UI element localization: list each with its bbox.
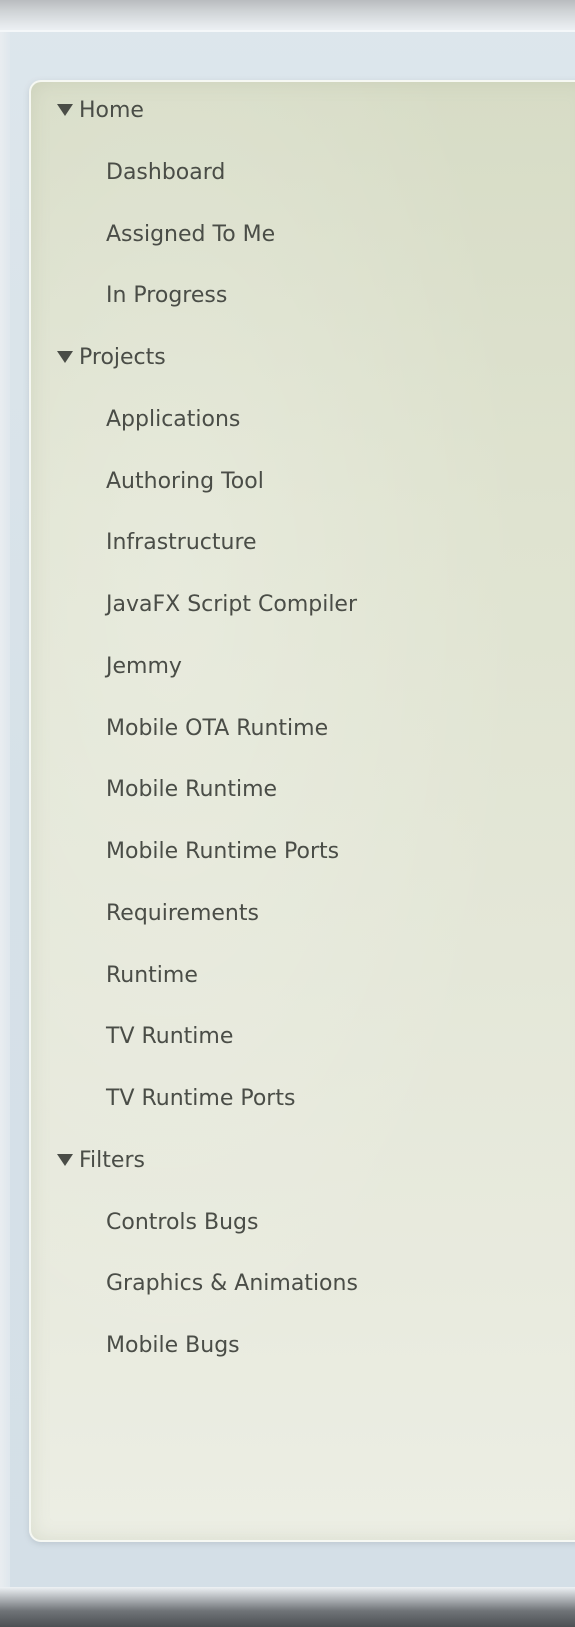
tree-item-dashboard[interactable]: Dashboard: [106, 153, 225, 193]
tree-item-runtime[interactable]: Runtime: [106, 956, 198, 996]
left-window-edge: [0, 32, 10, 1587]
tree-section-label: Filters: [79, 1147, 145, 1173]
top-toolbar-edge: [0, 0, 575, 32]
tree-item-in-progress[interactable]: In Progress: [106, 276, 227, 316]
triangle-down-icon[interactable]: [57, 351, 73, 363]
tree-item-tv-runtime-ports[interactable]: TV Runtime Ports: [106, 1079, 295, 1119]
tree-section-home[interactable]: Home: [57, 91, 144, 131]
tree-item-controls-bugs[interactable]: Controls Bugs: [106, 1203, 258, 1243]
tree-item-graphics-animations[interactable]: Graphics & Animations: [106, 1264, 358, 1304]
tree-item-mobile-runtime-ports[interactable]: Mobile Runtime Ports: [106, 832, 339, 872]
tree-item-requirements[interactable]: Requirements: [106, 894, 259, 934]
tree-item-mobile-bugs[interactable]: Mobile Bugs: [106, 1326, 240, 1366]
bottom-toolbar-edge: [0, 1587, 575, 1627]
tree-item-tv-runtime[interactable]: TV Runtime: [106, 1017, 233, 1057]
tree-item-mobile-runtime[interactable]: Mobile Runtime: [106, 770, 277, 810]
sidebar-panel: Home Dashboard Assigned To Me In Progress Pr…: [29, 80, 575, 1542]
tree-item-assigned-to-me[interactable]: Assigned To Me: [106, 215, 275, 255]
tree-item-javafx-script-compiler[interactable]: JavaFX Script Compiler: [106, 585, 357, 625]
triangle-down-icon[interactable]: [57, 1153, 73, 1166]
triangle-down-icon[interactable]: [57, 104, 73, 116]
tree-item-mobile-ota-runtime[interactable]: Mobile OTA Runtime: [106, 709, 328, 749]
tree-section-filters[interactable]: Filters: [57, 1141, 145, 1181]
tree-section-projects[interactable]: Projects: [57, 338, 166, 378]
tree-item-jemmy[interactable]: Jemmy: [106, 647, 182, 687]
tree-section-label: Projects: [79, 345, 166, 370]
app-window: Home Dashboard Assigned To Me In Progress Pr…: [0, 0, 575, 1627]
tree-item-authoring-tool[interactable]: Authoring Tool: [106, 462, 264, 502]
tree-item-infrastructure[interactable]: Infrastructure: [106, 523, 257, 563]
tree-section-label: Home: [79, 98, 144, 123]
tree-item-applications[interactable]: Applications: [106, 400, 240, 440]
